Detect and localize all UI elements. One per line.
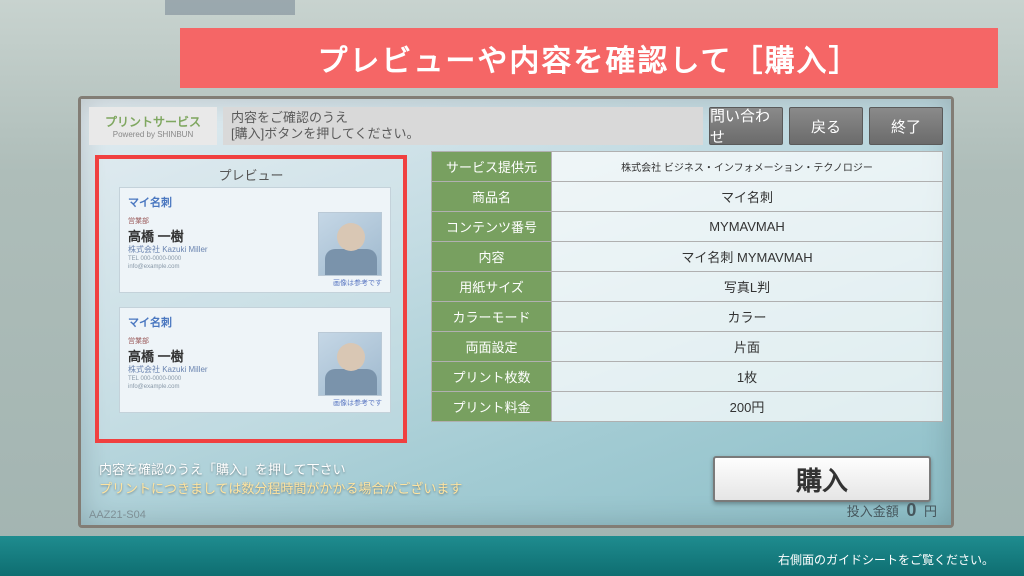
detail-value: 1枚	[552, 362, 943, 392]
physical-bezel-strip: 右側面のガイドシートをご覧ください。	[0, 536, 1024, 576]
card-title: マイ名刺	[128, 314, 382, 330]
detail-key: 両面設定	[432, 332, 552, 362]
detail-key: カラーモード	[432, 302, 552, 332]
footer-message: 内容を確認のうえ「購入」を押して下さい プリントにつきましては数分程時間がかかる…	[81, 460, 713, 499]
inserted-amount: 投入金額 0 円	[847, 500, 937, 521]
card-eng: 株式会社 Kazuki Miller	[128, 244, 208, 255]
preview-title: プレビュー	[99, 165, 403, 184]
preview-pane: プレビュー マイ名刺 営業部 高橋 一樹 株式会社 Kazuki Miller …	[89, 151, 421, 451]
detail-value: 片面	[552, 332, 943, 362]
detail-key: 内容	[432, 242, 552, 272]
table-row: 両面設定片面	[432, 332, 943, 362]
table-row: サービス提供元株式会社 ビジネス・インフォメーション・テクノロジー	[432, 152, 943, 182]
card-caption: 画像は参考です	[333, 398, 382, 408]
detail-value: 株式会社 ビジネス・インフォメーション・テクノロジー	[552, 152, 943, 182]
detail-key: サービス提供元	[432, 152, 552, 182]
table-row: プリント料金200円	[432, 392, 943, 422]
detail-key: 商品名	[432, 182, 552, 212]
instruction-line1: 内容をご確認のうえ	[231, 110, 695, 126]
model-number: AAZ21-S04	[89, 509, 146, 521]
detail-value: マイ名刺 MYMAVMAH	[552, 242, 943, 272]
instruction-line2: [購入]ボタンを押してください。	[231, 126, 695, 142]
preview-card: マイ名刺 営業部 高橋 一樹 株式会社 Kazuki Miller TEL 00…	[119, 307, 391, 413]
table-row: 用紙サイズ写真L判	[432, 272, 943, 302]
bezel-guide-label: 右側面のガイドシートをご覧ください。	[778, 551, 994, 568]
detail-value: 写真L判	[552, 272, 943, 302]
details-pane: サービス提供元株式会社 ビジネス・インフォメーション・テクノロジー商品名マイ名刺…	[431, 151, 943, 451]
card-name: 高橋 一樹	[128, 226, 184, 245]
card-eng: 株式会社 Kazuki Miller	[128, 364, 208, 375]
buy-button[interactable]: 購入	[713, 456, 931, 502]
table-row: コンテンツ番号MYMAVMAH	[432, 212, 943, 242]
back-button[interactable]: 戻る	[789, 107, 863, 145]
footer-line1: 内容を確認のうえ「購入」を押して下さい	[99, 460, 713, 480]
card-name: 高橋 一樹	[128, 346, 184, 365]
detail-value: MYMAVMAH	[552, 212, 943, 242]
card-photo	[318, 332, 382, 396]
detail-value: マイ名刺	[552, 182, 943, 212]
main-area: プレビュー マイ名刺 営業部 高橋 一樹 株式会社 Kazuki Miller …	[89, 151, 943, 451]
amount-value: 0	[906, 500, 916, 520]
detail-value: 200円	[552, 392, 943, 422]
detail-key: コンテンツ番号	[432, 212, 552, 242]
inquiry-button[interactable]: 問い合わせ	[709, 107, 783, 145]
logo-line2: Powered by SHINBUN	[113, 130, 193, 139]
card-tag: 営業部	[128, 216, 149, 226]
detail-value: カラー	[552, 302, 943, 332]
card-details: TEL 000-0000-0000info@example.com	[128, 376, 181, 392]
kiosk-screen: プリントサービス Powered by SHINBUN 内容をご確認のうえ [購…	[81, 99, 951, 525]
kiosk-bezel: プリントサービス Powered by SHINBUN 内容をご確認のうえ [購…	[78, 96, 954, 528]
header-row: プリントサービス Powered by SHINBUN 内容をご確認のうえ [購…	[89, 107, 943, 145]
preview-highlight-box: プレビュー マイ名刺 営業部 高橋 一樹 株式会社 Kazuki Miller …	[95, 155, 407, 443]
detail-key: 用紙サイズ	[432, 272, 552, 302]
preview-card: マイ名刺 営業部 高橋 一樹 株式会社 Kazuki Miller TEL 00…	[119, 187, 391, 293]
card-details: TEL 000-0000-0000info@example.com	[128, 256, 181, 272]
amount-label: 投入金額	[847, 504, 899, 519]
footer-row: 内容を確認のうえ「購入」を押して下さい プリントにつきましては数分程時間がかかる…	[81, 453, 951, 505]
detail-key: プリント枚数	[432, 362, 552, 392]
card-photo	[318, 212, 382, 276]
details-table: サービス提供元株式会社 ビジネス・インフォメーション・テクノロジー商品名マイ名刺…	[431, 151, 943, 422]
amount-unit: 円	[924, 504, 937, 519]
table-row: 商品名マイ名刺	[432, 182, 943, 212]
table-row: 内容マイ名刺 MYMAVMAH	[432, 242, 943, 272]
table-row: プリント枚数1枚	[432, 362, 943, 392]
photo-smudge	[165, 0, 295, 15]
annotation-banner: プレビューや内容を確認して［購入］	[180, 28, 998, 88]
detail-key: プリント料金	[432, 392, 552, 422]
exit-button[interactable]: 終了	[869, 107, 943, 145]
card-tag: 営業部	[128, 336, 149, 346]
table-row: カラーモードカラー	[432, 302, 943, 332]
header-instruction: 内容をご確認のうえ [購入]ボタンを押してください。	[223, 107, 703, 145]
service-logo: プリントサービス Powered by SHINBUN	[89, 107, 217, 145]
footer-line2: プリントにつきましては数分程時間がかかる場合がございます	[99, 479, 713, 499]
logo-line1: プリントサービス	[105, 113, 201, 130]
card-title: マイ名刺	[128, 194, 382, 210]
card-caption: 画像は参考です	[333, 278, 382, 288]
preview-cards: マイ名刺 営業部 高橋 一樹 株式会社 Kazuki Miller TEL 00…	[119, 187, 391, 427]
